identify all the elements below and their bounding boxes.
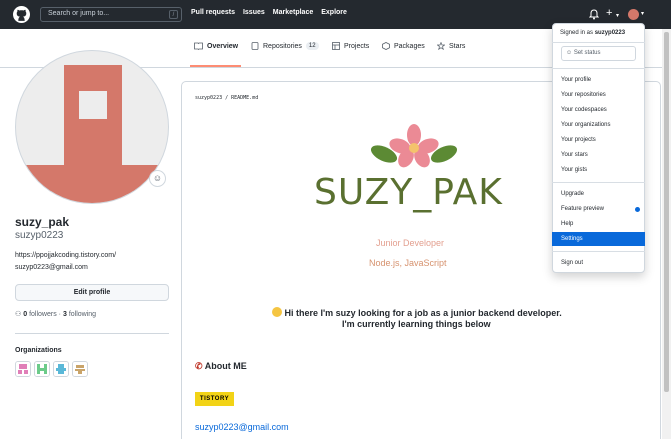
readme-subtitle-stack: Node.js, JavaScript [369, 258, 447, 268]
menu-settings[interactable]: Settings [552, 232, 645, 246]
menu-your-projects[interactable]: Your projects [552, 133, 645, 147]
nav-pull-requests[interactable]: Pull requests [191, 9, 235, 16]
menu-your-organizations[interactable]: Your organizations [552, 118, 645, 132]
flower-icon [370, 124, 458, 168]
menu-your-profile[interactable]: Your profile [552, 73, 645, 87]
tab-overview[interactable]: Overview [194, 42, 238, 50]
menu-your-codespaces[interactable]: Your codespaces [552, 103, 645, 117]
table-icon [332, 42, 340, 50]
repo-count-badge: 12 [305, 42, 319, 50]
tab-label: Repositories [263, 42, 302, 50]
org-avatar-3[interactable] [53, 361, 69, 377]
people-icon: ⚇ [15, 311, 22, 318]
plus-icon[interactable]: + [606, 7, 612, 19]
tab-projects[interactable]: Projects [332, 42, 369, 50]
set-status-button[interactable]: ☺ Set status [561, 46, 636, 61]
identicon-image [16, 65, 168, 203]
menu-divider [552, 42, 645, 43]
chevron-down-icon[interactable]: ▾ [616, 10, 619, 22]
menu-upgrade[interactable]: Upgrade [552, 187, 645, 201]
tistory-badge[interactable]: TISTORY [195, 392, 234, 406]
set-status-label: Set status [573, 50, 601, 56]
set-status-smiley-icon[interactable]: ☺ [149, 170, 166, 187]
readme-subtitle-role: Junior Developer [376, 238, 445, 248]
signed-in-prefix: Signed in as [560, 30, 595, 36]
tab-label: Packages [394, 42, 425, 50]
readme-path[interactable]: suzyp0223 / README.md [195, 95, 258, 101]
telephone-emoji-icon: ✆ [195, 361, 203, 371]
signed-in-as: Signed in as suzyp0223 [560, 30, 625, 36]
menu-your-repositories[interactable]: Your repositories [552, 88, 645, 102]
tab-packages[interactable]: Packages [382, 42, 425, 50]
readme-intro-line-1: Hi there I'm suzy looking for a job as a… [272, 307, 562, 318]
profile-blog-link[interactable]: https://ppojjakcoding.tistory.com/ [15, 252, 116, 259]
org-avatar-2[interactable] [34, 361, 50, 377]
profile-fullname: suzy_pak [15, 215, 70, 229]
active-tab-underline [190, 65, 241, 67]
signed-in-user: suzyp0223 [594, 30, 626, 36]
readme-email-link[interactable]: suzyp0223@gmail.com [195, 422, 289, 432]
menu-help[interactable]: Help [552, 217, 645, 231]
menu-feature-preview[interactable]: Feature preview [552, 202, 645, 216]
github-logo-icon[interactable] [13, 6, 30, 23]
search-placeholder: Search or jump to... [48, 10, 110, 17]
slash-shortcut-key: / [169, 10, 178, 19]
menu-your-stars[interactable]: Your stars [552, 148, 645, 162]
menu-sign-out[interactable]: Sign out [552, 256, 645, 270]
menu-divider [552, 251, 645, 252]
user-avatar-button[interactable] [628, 9, 639, 20]
about-me-heading: ✆ About ME [195, 361, 247, 372]
profile-avatar[interactable] [15, 50, 169, 204]
organizations-heading: Organizations [15, 347, 62, 354]
smile-emoji-icon [272, 307, 282, 317]
tab-label: Overview [207, 42, 239, 50]
nav-explore[interactable]: Explore [321, 9, 347, 16]
tab-label: Projects [344, 42, 370, 50]
dot-separator: · [58, 311, 62, 318]
menu-your-gists[interactable]: Your gists [552, 163, 645, 177]
about-text: About ME [204, 361, 247, 371]
chevron-down-icon[interactable]: ▾ [641, 10, 644, 17]
github-profile-page: Search or jump to... / Pull requests Iss… [0, 0, 671, 439]
intro-text: Hi there I'm suzy looking for a job as a… [284, 308, 562, 318]
profile-username: suzyp0223 [15, 230, 64, 241]
follow-stats: ⚇ 0 followers · 3 following [15, 310, 96, 318]
readme-intro-line-2: I'm currently learning things below [342, 319, 491, 329]
org-avatar-1[interactable] [15, 361, 31, 377]
followers-count[interactable]: 0 [23, 311, 27, 318]
followers-label[interactable]: followers [29, 311, 57, 318]
nav-marketplace[interactable]: Marketplace [273, 9, 313, 16]
search-input[interactable]: Search or jump to... / [40, 7, 182, 22]
following-label[interactable]: following [69, 311, 96, 318]
profile-email[interactable]: suzyp0223@gmail.com [15, 264, 88, 271]
org-avatar-4[interactable] [72, 361, 88, 377]
menu-divider [552, 182, 645, 183]
smiley-icon: ☺ [566, 50, 573, 56]
following-count[interactable]: 3 [63, 311, 67, 318]
tab-stars[interactable]: Stars [437, 42, 465, 50]
scrollbar-thumb[interactable] [664, 32, 669, 392]
nav-issues[interactable]: Issues [243, 9, 265, 16]
bell-icon[interactable] [589, 9, 599, 20]
new-feature-dot [635, 207, 640, 212]
book-icon [194, 42, 203, 50]
top-nav: Pull requests Issues Marketplace Explore [191, 9, 347, 16]
repo-icon [251, 42, 259, 50]
edit-profile-button[interactable]: Edit profile [15, 284, 169, 301]
tab-repositories[interactable]: Repositories 12 [251, 42, 319, 50]
menu-divider [552, 68, 645, 69]
tab-label: Stars [449, 42, 466, 50]
sidebar-divider [15, 333, 169, 334]
readme-title: SUZY_PAK [314, 172, 503, 213]
star-icon [437, 42, 445, 50]
package-icon [382, 42, 390, 50]
